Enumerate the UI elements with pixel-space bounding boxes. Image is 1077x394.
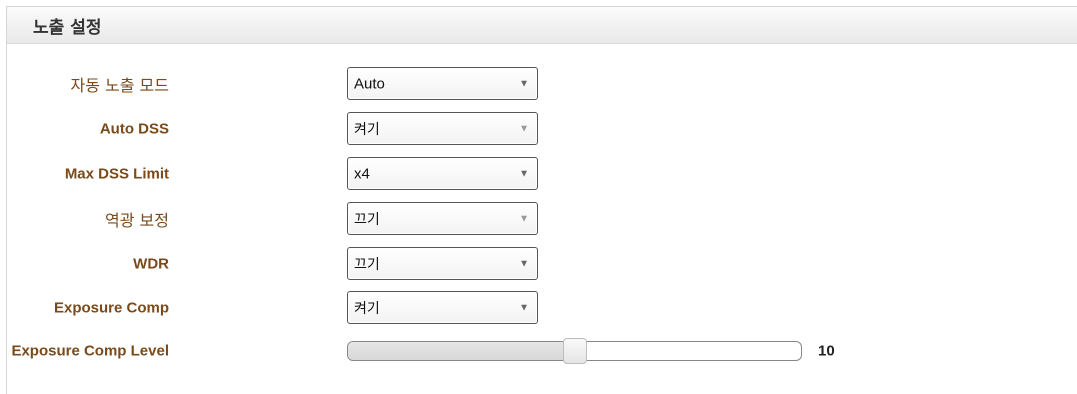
chevron-down-icon: ▼ — [519, 123, 529, 134]
setting-row-exposure-comp-level: Exposure Comp Level 10 — [7, 334, 907, 368]
backlight-compensation-value: 끄기 — [354, 211, 380, 228]
auto-exposure-mode-label: 자동 노출 모드 — [70, 76, 170, 95]
wdr-value: 끄기 — [354, 256, 380, 273]
backlight-compensation-label: 역광 보정 — [105, 211, 169, 230]
setting-row-max-dss-limit: Max DSS Limit x4 ▼ — [7, 157, 907, 191]
setting-row-auto-exposure-mode: 자동 노출 모드 Auto ▼ — [7, 67, 907, 101]
chevron-down-icon: ▼ — [519, 258, 529, 269]
chevron-down-icon: ▼ — [519, 213, 529, 224]
exposure-comp-level-label: Exposure Comp Level — [11, 342, 169, 360]
exposure-settings-panel: 노출 설정 자동 노출 모드 Auto ▼ Auto DSS 켜기 ▼ Max … — [6, 6, 1077, 394]
chevron-down-icon: ▼ — [519, 78, 529, 89]
setting-row-auto-dss: Auto DSS 켜기 ▼ — [7, 112, 907, 146]
max-dss-limit-value: x4 — [354, 165, 370, 182]
auto-dss-select[interactable]: 켜기 ▼ — [347, 112, 538, 145]
setting-row-wdr: WDR 끄기 ▼ — [7, 247, 907, 281]
auto-exposure-mode-value: Auto — [354, 75, 385, 92]
slider-fill — [348, 342, 575, 360]
panel-header: 노출 설정 — [7, 7, 1077, 44]
slider-handle[interactable] — [562, 338, 587, 364]
exposure-comp-select[interactable]: 켜기 ▼ — [347, 291, 538, 324]
auto-exposure-mode-select[interactable]: Auto ▼ — [347, 67, 538, 100]
backlight-compensation-select[interactable]: 끄기 ▼ — [347, 202, 538, 235]
chevron-down-icon: ▼ — [519, 168, 529, 179]
wdr-label: WDR — [133, 255, 169, 273]
exposure-comp-level-slider[interactable] — [347, 338, 802, 364]
panel-title: 노출 설정 — [33, 17, 102, 38]
auto-dss-label: Auto DSS — [99, 120, 169, 138]
setting-row-backlight-compensation: 역광 보정 끄기 ▼ — [7, 202, 907, 236]
exposure-comp-value: 켜기 — [354, 300, 380, 317]
chevron-down-icon: ▼ — [519, 302, 529, 313]
wdr-select[interactable]: 끄기 ▼ — [347, 247, 538, 280]
exposure-comp-level-value: 10 — [818, 342, 835, 360]
max-dss-limit-label: Max DSS Limit — [64, 165, 169, 183]
exposure-comp-label: Exposure Comp — [53, 299, 169, 317]
max-dss-limit-select[interactable]: x4 ▼ — [347, 157, 538, 190]
setting-row-exposure-comp: Exposure Comp 켜기 ▼ — [7, 291, 907, 325]
auto-dss-value: 켜기 — [354, 121, 380, 138]
